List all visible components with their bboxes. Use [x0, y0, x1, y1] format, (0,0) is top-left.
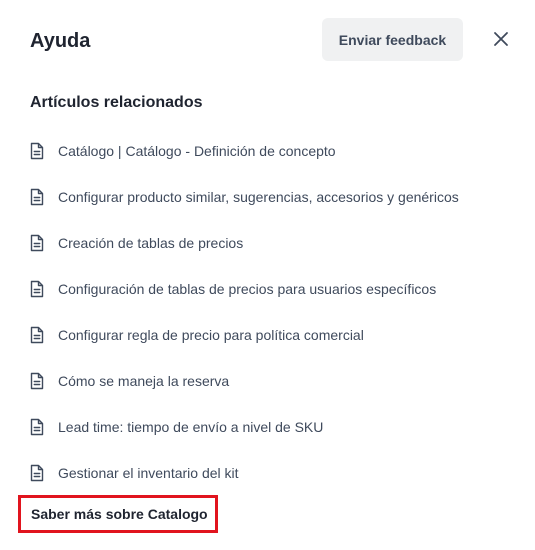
- document-icon: [28, 326, 46, 344]
- article-link-reserva[interactable]: Cómo se maneja la reserva: [0, 358, 535, 404]
- article-link-tablas-precios[interactable]: Creación de tablas de precios: [0, 220, 535, 266]
- close-icon: [493, 31, 509, 47]
- send-feedback-button[interactable]: Enviar feedback: [322, 18, 463, 61]
- article-label: Lead time: tiempo de envío a nivel de SK…: [58, 419, 324, 435]
- article-link-inventario-kit[interactable]: Gestionar el inventario del kit: [0, 450, 535, 496]
- help-header: Ayuda Enviar feedback: [0, 0, 535, 82]
- article-link-tablas-usuarios[interactable]: Configuración de tablas de precios para …: [0, 266, 535, 312]
- article-link-catalogo-definicion[interactable]: Catálogo | Catálogo - Definición de conc…: [0, 128, 535, 174]
- related-articles-heading: Artículos relacionados: [30, 94, 203, 111]
- article-label: Gestionar el inventario del kit: [58, 465, 239, 481]
- document-icon: [28, 464, 46, 482]
- article-link-regla-precio[interactable]: Configurar regla de precio para política…: [0, 312, 535, 358]
- document-icon: [28, 372, 46, 390]
- learn-more-catalogo-link[interactable]: Saber más sobre Catalogo: [18, 495, 218, 533]
- article-label: Creación de tablas de precios: [58, 235, 244, 251]
- document-icon: [28, 234, 46, 252]
- article-link-lead-time[interactable]: Lead time: tiempo de envío a nivel de SK…: [0, 404, 535, 450]
- article-label: Cómo se maneja la reserva: [58, 373, 230, 389]
- article-label: Catálogo | Catálogo - Definición de conc…: [58, 143, 336, 159]
- document-icon: [28, 142, 46, 160]
- article-label: Configurar regla de precio para política…: [58, 327, 364, 343]
- article-link-producto-similar[interactable]: Configurar producto similar, sugerencias…: [0, 174, 535, 220]
- document-icon: [28, 188, 46, 206]
- article-label: Configuración de tablas de precios para …: [58, 281, 437, 297]
- close-button[interactable]: [488, 26, 514, 52]
- help-panel: Ayuda Enviar feedback Artículos relacion…: [0, 0, 535, 550]
- page-title: Ayuda: [30, 30, 91, 52]
- document-icon: [28, 280, 46, 298]
- document-icon: [28, 418, 46, 436]
- article-label: Configurar producto similar, sugerencias…: [58, 189, 459, 205]
- related-articles-list: Catálogo | Catálogo - Definición de conc…: [0, 128, 535, 496]
